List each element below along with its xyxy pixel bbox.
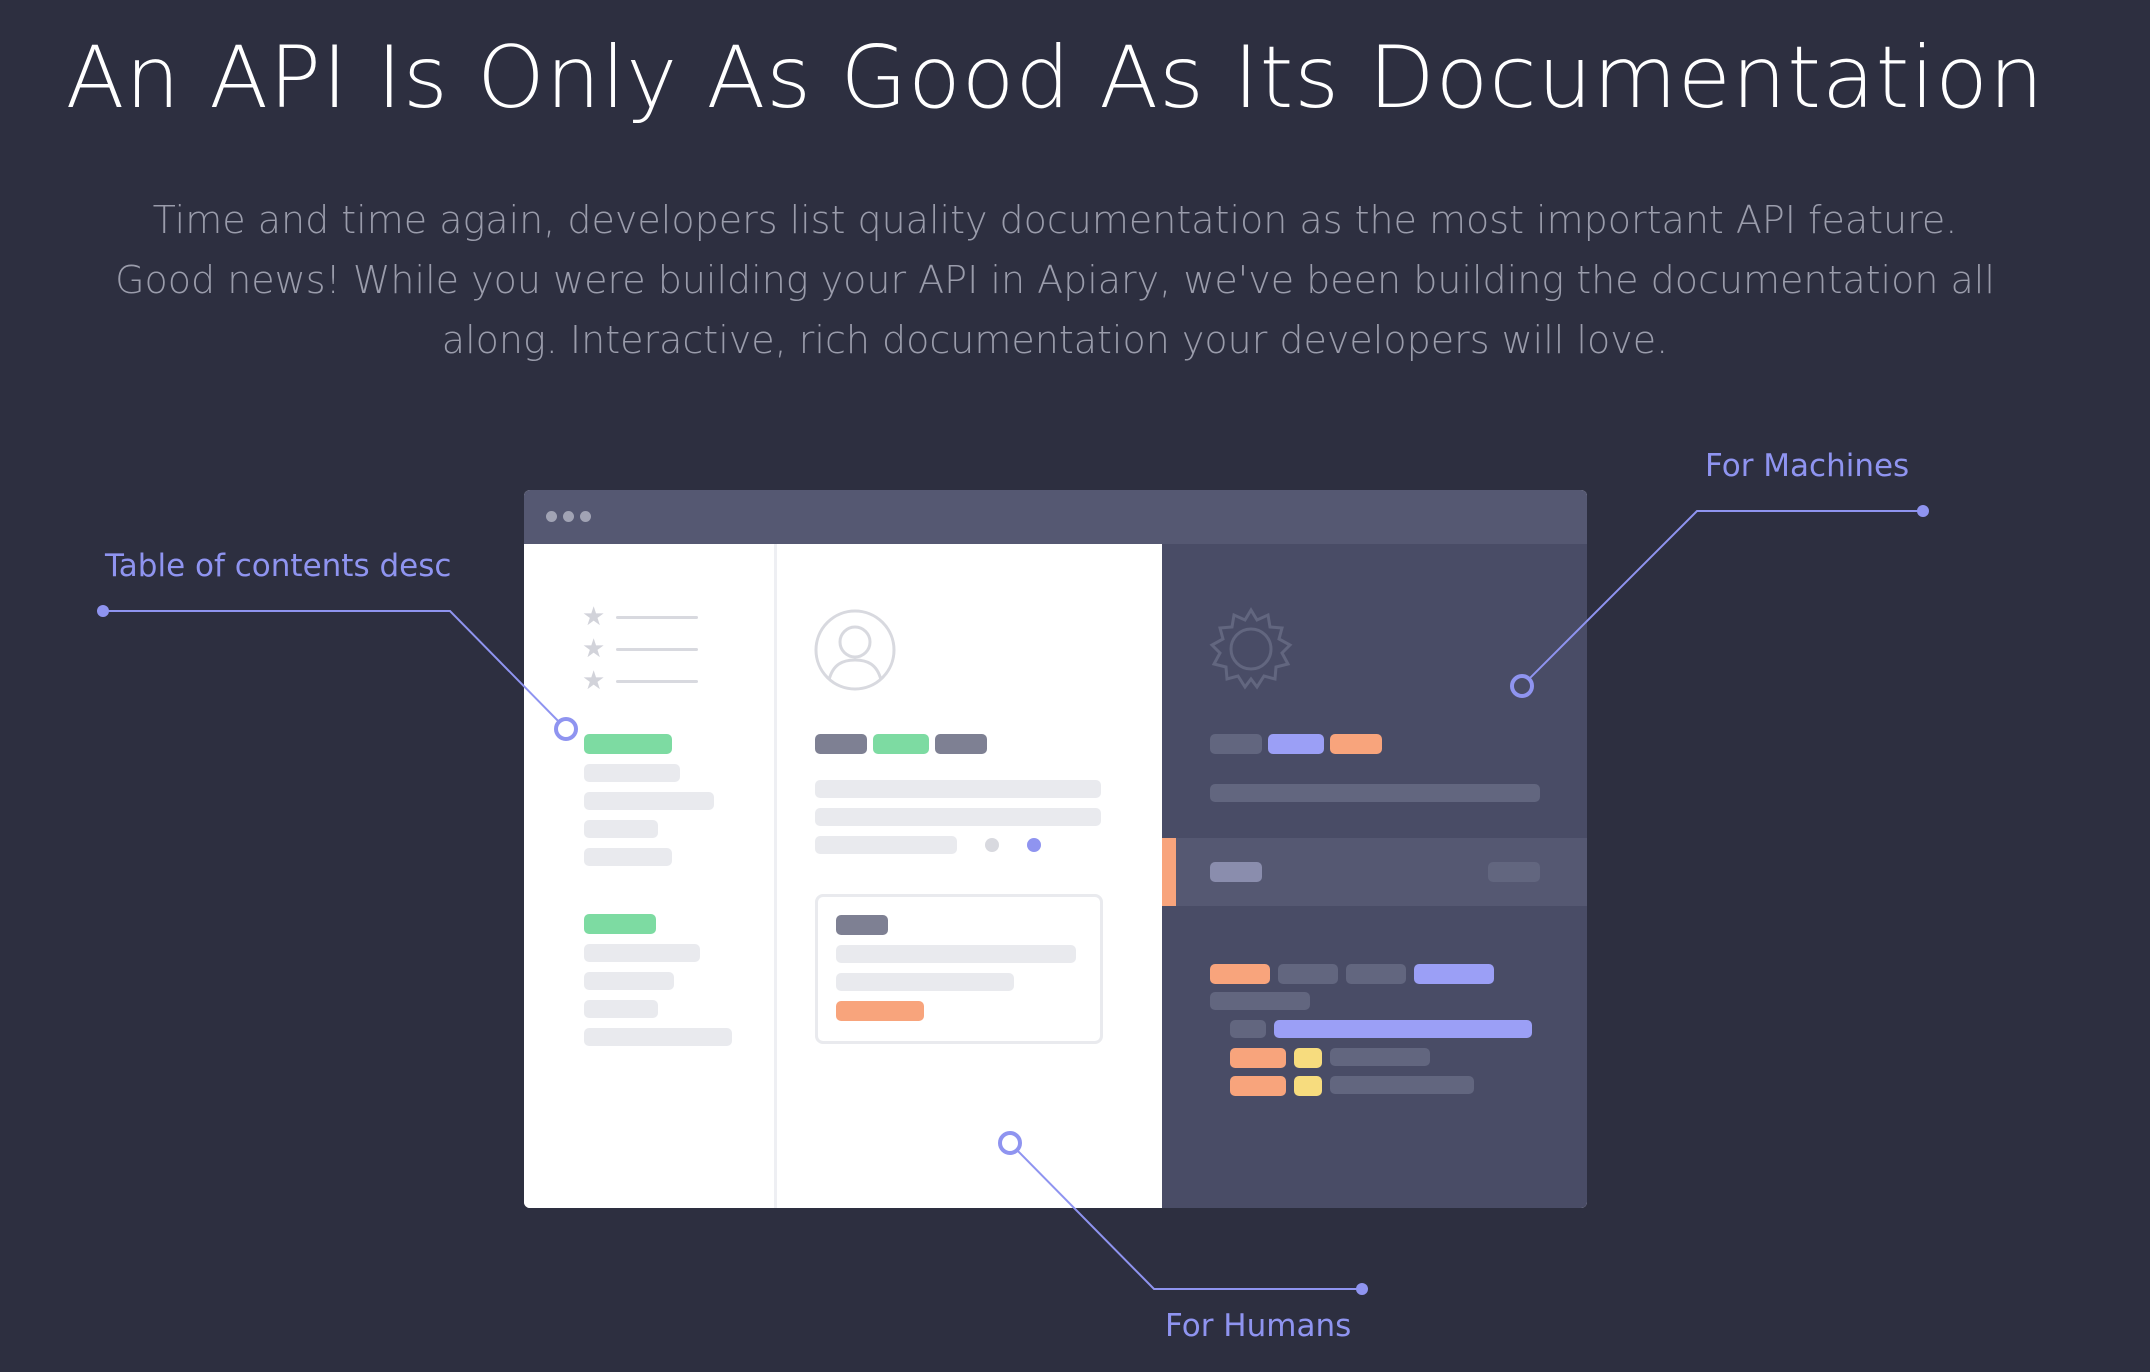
star-icon: ★ xyxy=(582,602,606,632)
method-badge xyxy=(935,734,987,754)
docs-browser-mockup: ★ ★ ★ xyxy=(524,490,1587,1208)
param-badge xyxy=(1210,734,1262,754)
code-token xyxy=(1294,1076,1322,1096)
toc-line xyxy=(616,616,698,619)
toc-group-heading xyxy=(584,734,672,754)
human-docs-pane xyxy=(777,544,1162,1208)
toc-line xyxy=(616,680,698,683)
request-row-marker xyxy=(1162,838,1176,906)
code-token xyxy=(1230,1048,1286,1068)
toc-item xyxy=(584,1028,732,1046)
page-title: An API Is Only As Good As Its Documentat… xyxy=(65,28,2045,128)
gear-icon xyxy=(1209,607,1293,690)
toc-line xyxy=(616,648,698,651)
card-text-line xyxy=(836,973,1014,991)
method-badge xyxy=(815,734,867,754)
code-line xyxy=(1210,784,1540,802)
code-token xyxy=(1330,1048,1430,1066)
code-token xyxy=(1346,964,1406,984)
method-badge xyxy=(873,734,929,754)
param-badge xyxy=(1330,734,1382,754)
toc-item xyxy=(584,820,658,838)
toc-item xyxy=(584,848,672,866)
example-card xyxy=(815,894,1103,1044)
callout-label-humans: For Humans xyxy=(1165,1308,1352,1344)
user-avatar-icon xyxy=(814,609,896,691)
code-token xyxy=(1210,992,1310,1010)
card-label xyxy=(836,915,888,935)
code-token xyxy=(1330,1076,1474,1094)
toc-item xyxy=(584,792,714,810)
callout-endpoint xyxy=(1356,1283,1368,1295)
page-description: Time and time again, developers list qua… xyxy=(115,198,1995,362)
callout-endpoint xyxy=(1917,505,1929,517)
param-badge xyxy=(1268,734,1324,754)
toc-item xyxy=(584,972,674,990)
toc-group-heading xyxy=(584,914,656,934)
card-action xyxy=(836,1001,924,1021)
code-token xyxy=(1210,964,1270,984)
callout-label-machines: For Machines xyxy=(1705,448,1910,484)
star-icon: ★ xyxy=(582,666,606,696)
code-token xyxy=(1230,1076,1286,1096)
pager-dot-active xyxy=(1027,838,1041,852)
window-dot xyxy=(546,511,557,522)
window-dot xyxy=(580,511,591,522)
toc-item xyxy=(584,1000,658,1018)
callout-label-toc: Table of contents desc xyxy=(105,548,452,584)
code-token xyxy=(1278,964,1338,984)
window-dot xyxy=(563,511,574,522)
card-text-line xyxy=(836,945,1076,963)
code-token xyxy=(1414,964,1494,984)
star-icon: ★ xyxy=(582,634,606,664)
browser-title-bar xyxy=(524,490,1587,544)
text-line xyxy=(815,836,957,854)
machine-docs-pane xyxy=(1162,544,1587,1208)
toc-pane: ★ ★ ★ xyxy=(524,544,777,1208)
request-label xyxy=(1210,862,1262,882)
text-line xyxy=(815,808,1101,826)
callout-endpoint xyxy=(97,605,109,617)
code-token xyxy=(1230,1020,1266,1038)
text-line xyxy=(815,780,1101,798)
code-token xyxy=(1274,1020,1532,1038)
toc-item xyxy=(584,764,680,782)
pager-dot xyxy=(985,838,999,852)
callout-line-toc xyxy=(103,610,567,730)
toc-item xyxy=(584,944,700,962)
code-token xyxy=(1294,1048,1322,1068)
request-row xyxy=(1162,838,1587,906)
request-meta xyxy=(1488,862,1540,882)
